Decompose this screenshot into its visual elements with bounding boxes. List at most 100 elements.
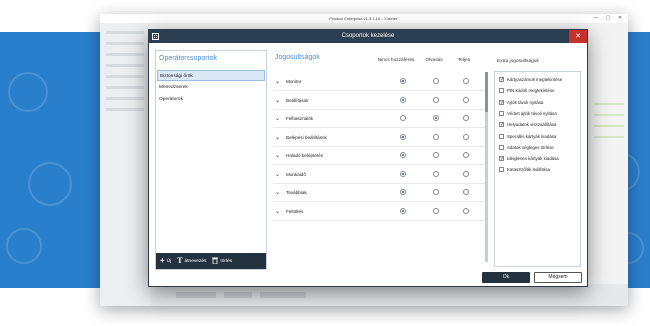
extra-right-label: Védett ajtók távoli nyitása (507, 110, 557, 116)
checkbox[interactable] (499, 156, 504, 162)
rename-group-label: átnevezés (184, 258, 207, 264)
delete-group-button[interactable]: törlés (212, 257, 232, 266)
new-group-label: Új (166, 258, 172, 264)
trash-icon (212, 257, 219, 266)
rights-scrollbar[interactable] (485, 72, 488, 262)
groups-toolbar: + Új T átnevezés törlés (156, 253, 266, 269)
rights-row: ⌄ Haladó beléptetés (273, 147, 485, 165)
extra-right-item[interactable]: Speciális kártyák kiadása (499, 132, 556, 141)
group-item[interactable]: Biztonsági őrök (157, 70, 265, 81)
chevron-down-icon[interactable]: ⌄ (275, 134, 280, 141)
extra-right-item[interactable]: Adatok végleges törlése (499, 143, 554, 152)
close-button[interactable]: ✕ (569, 30, 587, 43)
checkbox[interactable] (499, 167, 504, 173)
rights-row: ⌄ Beállítások (273, 92, 485, 110)
extra-right-item[interactable]: Védett ajtók távoli nyitása (499, 109, 557, 118)
radio-read[interactable] (433, 170, 439, 177)
chevron-down-icon[interactable]: ⌄ (275, 208, 280, 215)
window-controls[interactable]: — ▢ ✕ (593, 14, 625, 23)
dialog-titlebar: Csoportok kezelése ✕ (149, 30, 587, 43)
new-group-button[interactable]: + Új (160, 257, 171, 265)
radio-full[interactable] (463, 78, 469, 84)
rights-row: ⌄ Belépési beállítások (273, 129, 485, 147)
delete-group-label: törlés (220, 258, 233, 264)
chevron-down-icon[interactable]: ⌄ (275, 152, 280, 159)
extra-right-item[interactable]: Ideiglenes kártyák kiadása (499, 154, 559, 163)
main-bottom-bar (150, 284, 628, 306)
plus-icon: + (160, 256, 165, 265)
radio-read[interactable] (433, 207, 439, 214)
extra-rights-list: Kártyaszámok megtekintése PIN kódok megte… (494, 71, 581, 267)
extra-right-item[interactable]: Katasztrófák leállítása (499, 165, 550, 174)
rights-row: ⌄ Munkaidő (273, 166, 485, 184)
radio-read[interactable] (433, 152, 439, 158)
rights-row-label: Felhasználók (286, 116, 314, 121)
radio-full[interactable] (463, 189, 469, 195)
rights-row: ⌄ Továbbiak (273, 184, 485, 202)
checkbox[interactable] (499, 133, 504, 139)
radio-no-access[interactable] (400, 207, 406, 214)
extra-right-item[interactable]: Helyadatok visszaállítása (499, 120, 556, 129)
extra-right-item[interactable]: Ajtók távoli nyitása (499, 98, 543, 107)
main-window-titlebar: Prodcor Enterprise v1.3.1.14 - "Carrier"… (100, 14, 628, 23)
rights-row: ⌄ Felhasználók (273, 110, 485, 128)
radio-no-access[interactable] (400, 133, 406, 140)
radio-full[interactable] (463, 207, 469, 214)
rights-row-label: Haladó beléptetés (286, 153, 324, 158)
radio-no-access[interactable] (400, 170, 406, 177)
radio-no-access[interactable] (400, 78, 406, 84)
radio-read[interactable] (433, 96, 439, 103)
extra-right-item[interactable]: Kártyaszámok megtekintése (499, 75, 562, 84)
radio-read[interactable] (433, 78, 439, 84)
group-item[interactable]: Operátorok (157, 94, 265, 105)
radio-full[interactable] (463, 170, 469, 177)
radio-full[interactable] (463, 96, 469, 103)
chevron-down-icon[interactable]: ⌄ (275, 78, 280, 85)
extra-right-label: Ajtók távoli nyitása (507, 99, 544, 105)
text-icon: T (177, 256, 183, 265)
rights-row-label: Továbbiak (286, 190, 307, 195)
radio-read[interactable] (433, 189, 439, 195)
checkbox[interactable] (499, 144, 504, 150)
extra-right-label: Kártyaszámok megtekintése (507, 77, 563, 82)
cancel-button[interactable]: Mégsem (534, 272, 582, 283)
radio-full[interactable] (463, 115, 469, 121)
radio-no-access[interactable] (400, 189, 406, 195)
rights-row: ⌄ Monitor (273, 73, 485, 91)
decorative-circle (6, 228, 42, 264)
radio-full[interactable] (463, 152, 469, 158)
chevron-down-icon[interactable]: ⌄ (275, 97, 280, 104)
operator-groups-panel: Operátorcsoportok Biztonsági őrök Menedzs… (155, 50, 267, 270)
group-item[interactable]: Menedzserek (157, 82, 265, 93)
radio-no-access[interactable] (400, 152, 406, 158)
radio-no-access[interactable] (400, 115, 406, 121)
extra-right-label: PIN kódok megtekintése (507, 88, 555, 94)
main-sidebar (100, 23, 150, 306)
chevron-down-icon[interactable]: ⌄ (275, 171, 280, 178)
checkbox[interactable] (499, 99, 504, 105)
radio-no-access[interactable] (400, 96, 406, 103)
radio-full[interactable] (463, 133, 469, 140)
chevron-down-icon[interactable]: ⌄ (275, 115, 280, 122)
extra-right-label: Ideiglenes kártyák kiadása (507, 156, 559, 162)
rights-row: ⌄ Feltöltés (273, 203, 485, 221)
rights-row-label: Munkaidő (286, 171, 306, 177)
extra-right-item[interactable]: PIN kódok megtekintése (499, 86, 555, 95)
ok-button[interactable]: Ok (482, 272, 530, 283)
rename-group-button[interactable]: T átnevezés (177, 257, 206, 265)
radio-read[interactable] (433, 133, 439, 140)
rights-title: Jogosultságok (275, 54, 320, 61)
scrollbar-thumb[interactable] (485, 72, 488, 112)
checkbox[interactable] (499, 88, 504, 94)
rights-row-label: Beállítások (286, 97, 309, 103)
radio-read[interactable] (433, 115, 439, 121)
groups-panel-title: Operátorcsoportok (159, 55, 217, 62)
checkbox[interactable] (499, 77, 504, 82)
background-list (594, 94, 624, 147)
main-window-title: Prodcor Enterprise v1.3.1.14 - "Carrier" (329, 16, 399, 21)
checkbox[interactable] (499, 110, 504, 116)
chevron-down-icon[interactable]: ⌄ (275, 189, 280, 196)
checkbox[interactable] (499, 122, 504, 128)
col-header-read: Olvasás (425, 58, 443, 63)
app-grid-icon (152, 33, 159, 40)
